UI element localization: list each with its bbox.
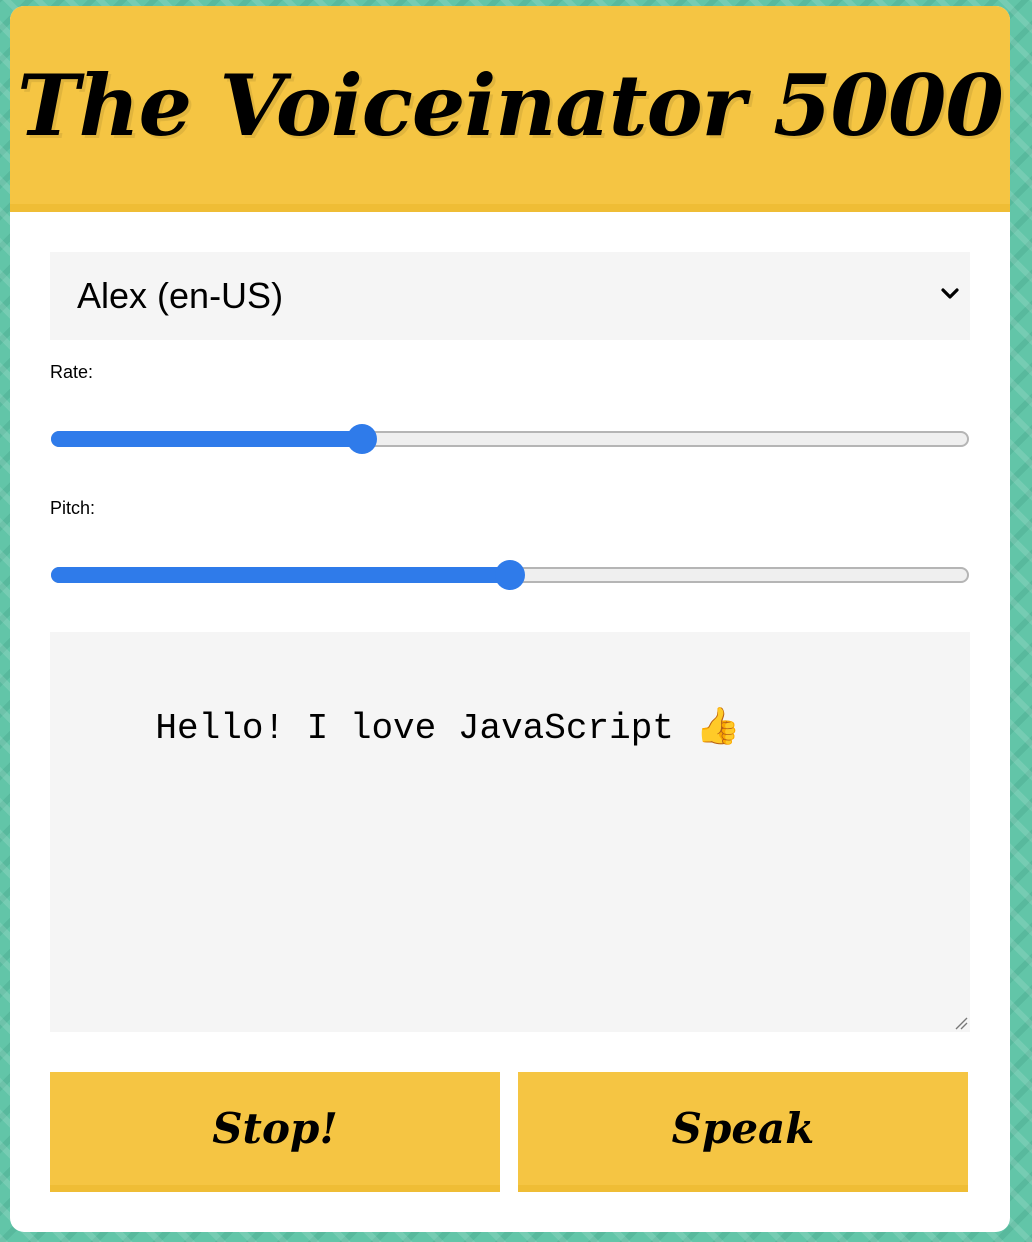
pitch-slider-fill <box>51 567 510 583</box>
header: The Voiceinator 5000 <box>10 6 1010 212</box>
voice-select[interactable]: Alex (en-US) <box>50 252 970 340</box>
message-text: Hello! I love JavaScript 👍 <box>155 708 741 749</box>
rate-label: Rate: <box>50 362 94 382</box>
speak-button-label: Speak <box>671 1104 815 1153</box>
voice-select-value: Alex (en-US) <box>77 275 284 316</box>
chevron-down-icon <box>941 288 959 299</box>
rate-slider[interactable] <box>51 424 969 454</box>
voiceinator-panel: The Voiceinator 5000 Alex (en-US) Rate: … <box>10 6 1010 1232</box>
rate-slider-thumb[interactable] <box>347 424 377 454</box>
pitch-slider-thumb[interactable] <box>495 560 525 590</box>
message-textarea[interactable]: Hello! I love JavaScript 👍 <box>50 632 970 1032</box>
speak-button[interactable]: Speak <box>518 1072 968 1192</box>
pitch-label: Pitch: <box>50 498 96 518</box>
stop-button-label: Stop! <box>212 1104 338 1153</box>
page-title: The Voiceinator 5000 <box>17 55 1004 155</box>
rate-slider-fill <box>51 431 362 447</box>
stop-button[interactable]: Stop! <box>50 1072 500 1192</box>
pitch-slider[interactable] <box>51 560 969 590</box>
resize-handle-icon[interactable] <box>954 1016 968 1030</box>
